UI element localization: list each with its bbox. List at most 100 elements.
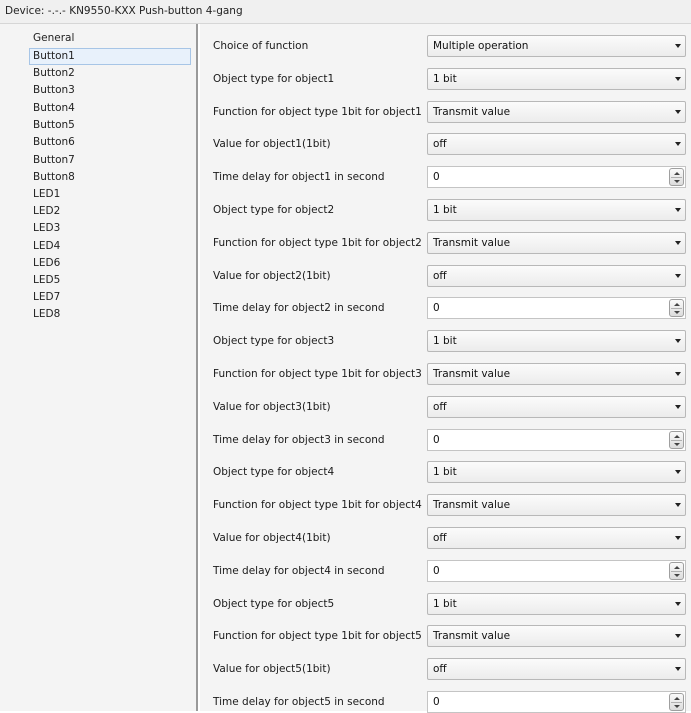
spin-up-down-icon[interactable] xyxy=(669,693,684,711)
param-number-input[interactable]: 0 xyxy=(427,297,686,319)
param-label: Value for object4(1bit) xyxy=(213,532,331,544)
chevron-down-icon[interactable] xyxy=(675,44,681,48)
spin-divider xyxy=(671,308,682,309)
sidebar-item-led2[interactable]: LED2 xyxy=(29,203,191,220)
chevron-down-icon[interactable] xyxy=(675,142,681,146)
sidebar-item-led5[interactable]: LED5 xyxy=(29,272,191,289)
param-number-input[interactable]: 0 xyxy=(427,691,686,713)
dropdown-value: 1 bit xyxy=(433,204,457,216)
spin-down-icon[interactable] xyxy=(674,311,680,314)
param-label: Function for object type 1bit for object… xyxy=(213,499,422,511)
param-label: Choice of function xyxy=(213,40,309,52)
param-dropdown[interactable]: Transmit value xyxy=(427,232,686,254)
device-name: KN9550-KXX Push-button 4-gang xyxy=(69,5,243,17)
param-dropdown[interactable]: off xyxy=(427,265,686,287)
param-label: Value for object2(1bit) xyxy=(213,270,331,282)
chevron-down-icon[interactable] xyxy=(675,667,681,671)
param-dropdown[interactable]: 1 bit xyxy=(427,68,686,90)
chevron-down-icon[interactable] xyxy=(675,602,681,606)
spin-up-icon[interactable] xyxy=(674,435,680,438)
spin-up-icon[interactable] xyxy=(674,303,680,306)
dropdown-value: Transmit value xyxy=(433,499,511,511)
number-value: 0 xyxy=(433,171,440,183)
number-value: 0 xyxy=(433,696,440,708)
param-dropdown[interactable]: 1 bit xyxy=(427,593,686,615)
sidebar-item-button6[interactable]: Button6 xyxy=(29,134,191,151)
param-dropdown[interactable]: off xyxy=(427,396,686,418)
spin-up-icon[interactable] xyxy=(674,697,680,700)
param-dropdown[interactable]: Multiple operation xyxy=(427,35,686,57)
spin-up-down-icon[interactable] xyxy=(669,299,684,317)
param-label: Value for object5(1bit) xyxy=(213,663,331,675)
spin-up-icon[interactable] xyxy=(674,566,680,569)
sidebar-item-button3[interactable]: Button3 xyxy=(29,82,191,99)
param-number-input[interactable]: 0 xyxy=(427,166,686,188)
param-label: Function for object type 1bit for object… xyxy=(213,237,422,249)
chevron-down-icon[interactable] xyxy=(675,405,681,409)
chevron-down-icon[interactable] xyxy=(675,470,681,474)
sidebar-item-general[interactable]: General xyxy=(29,30,191,47)
chevron-down-icon[interactable] xyxy=(675,274,681,278)
spin-down-icon[interactable] xyxy=(674,443,680,446)
dropdown-value: off xyxy=(433,270,447,282)
spin-divider xyxy=(671,702,682,703)
param-label: Object type for object3 xyxy=(213,335,335,347)
param-dropdown[interactable]: Transmit value xyxy=(427,625,686,647)
param-dropdown[interactable]: off xyxy=(427,658,686,680)
sidebar-item-button7[interactable]: Button7 xyxy=(29,152,191,169)
chevron-down-icon[interactable] xyxy=(675,208,681,212)
param-label: Value for object3(1bit) xyxy=(213,401,331,413)
sidebar-item-button2[interactable]: Button2 xyxy=(29,65,191,82)
parameter-tree-sidebar: General Button1 Button2 Button3 Button4 Butto… xyxy=(0,24,198,711)
param-number-input[interactable]: 0 xyxy=(427,560,686,582)
spin-down-icon[interactable] xyxy=(674,705,680,708)
sidebar-item-led6[interactable]: LED6 xyxy=(29,255,191,272)
sidebar-item-led3[interactable]: LED3 xyxy=(29,220,191,237)
sidebar-item-led1[interactable]: LED1 xyxy=(29,186,191,203)
param-dropdown[interactable]: 1 bit xyxy=(427,461,686,483)
param-label: Value for object1(1bit) xyxy=(213,138,331,150)
param-label: Function for object type 1bit for object… xyxy=(213,106,422,118)
dropdown-value: Transmit value xyxy=(433,237,511,249)
spin-up-down-icon[interactable] xyxy=(669,168,684,186)
chevron-down-icon[interactable] xyxy=(675,634,681,638)
param-dropdown[interactable]: off xyxy=(427,527,686,549)
device-path: -.-.- xyxy=(47,5,70,17)
spin-up-down-icon[interactable] xyxy=(669,562,684,580)
param-label: Time delay for object3 in second xyxy=(213,434,385,446)
sidebar-item-button4[interactable]: Button4 xyxy=(29,100,191,117)
dropdown-value: Transmit value xyxy=(433,106,511,118)
param-dropdown[interactable]: Transmit value xyxy=(427,494,686,516)
dropdown-value: off xyxy=(433,663,447,675)
param-number-input[interactable]: 0 xyxy=(427,429,686,451)
chevron-down-icon[interactable] xyxy=(675,77,681,81)
chevron-down-icon[interactable] xyxy=(675,372,681,376)
chevron-down-icon[interactable] xyxy=(675,536,681,540)
chevron-down-icon[interactable] xyxy=(675,110,681,114)
sidebar-item-led4[interactable]: LED4 xyxy=(29,238,191,255)
dropdown-value: Multiple operation xyxy=(433,40,529,52)
spin-divider xyxy=(671,440,682,441)
param-dropdown[interactable]: 1 bit xyxy=(427,330,686,352)
param-dropdown[interactable]: Transmit value xyxy=(427,101,686,123)
param-dropdown[interactable]: off xyxy=(427,133,686,155)
chevron-down-icon[interactable] xyxy=(675,503,681,507)
sidebar-item-led8[interactable]: LED8 xyxy=(29,306,191,323)
sidebar-item-button1[interactable]: Button1 xyxy=(29,48,191,65)
param-label: Function for object type 1bit for object… xyxy=(213,368,422,380)
param-dropdown[interactable]: Transmit value xyxy=(427,363,686,385)
chevron-down-icon[interactable] xyxy=(675,339,681,343)
spin-up-down-icon[interactable] xyxy=(669,431,684,449)
dropdown-value: 1 bit xyxy=(433,466,457,478)
spin-divider xyxy=(671,571,682,572)
spin-down-icon[interactable] xyxy=(674,574,680,577)
sidebar-item-led7[interactable]: LED7 xyxy=(29,289,191,306)
spin-up-icon[interactable] xyxy=(674,172,680,175)
param-label: Object type for object4 xyxy=(213,466,335,478)
sidebar-item-button8[interactable]: Button8 xyxy=(29,169,191,186)
spin-down-icon[interactable] xyxy=(674,180,680,183)
param-dropdown[interactable]: 1 bit xyxy=(427,199,686,221)
chevron-down-icon[interactable] xyxy=(675,241,681,245)
spin-divider xyxy=(671,177,682,178)
sidebar-item-button5[interactable]: Button5 xyxy=(29,117,191,134)
